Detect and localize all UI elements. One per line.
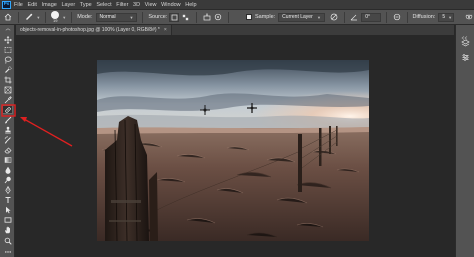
menu-layer[interactable]: Layer [61,2,75,8]
separator [195,11,197,23]
sample-dropdown[interactable]: Current Layer ▼ [278,12,325,22]
cursor-crosshair-icon [247,103,257,113]
clone-stamp-icon[interactable] [2,125,13,134]
home-icon[interactable] [3,12,13,22]
photoshop-logo-icon: Ps [2,0,11,9]
marquee-icon[interactable] [2,45,13,54]
separator [406,11,408,23]
pen-icon[interactable] [2,185,13,194]
menu-filter[interactable]: Filter [116,2,128,8]
document-tab-title: objects-removal-in-photoshop.jpg @ 100% … [20,27,160,33]
menu-bar: Ps File Edit Image Layer Type Select Fil… [0,0,474,9]
document-tab[interactable]: objects-removal-in-photoshop.jpg @ 100% … [16,25,172,35]
aligned-checkbox[interactable] [246,14,252,20]
panel-expand-icon[interactable] [461,27,470,40]
hand-icon[interactable] [2,225,13,234]
separator [385,11,387,23]
pattern-icon[interactable] [181,13,191,22]
menu-edit[interactable]: Edit [27,2,36,8]
tools-panel [0,25,15,257]
rectangle-icon[interactable] [2,215,13,224]
source-label: Source: [148,14,168,20]
separator [17,11,19,23]
blur-icon[interactable] [2,165,13,174]
eyedropper-icon[interactable] [2,95,13,104]
type-icon[interactable] [2,195,13,204]
spot-healing-brush-icon[interactable] [2,105,13,114]
sample-label: Sample: [254,14,276,20]
mode-dropdown[interactable]: Normal ▼ [95,12,138,22]
menu-window[interactable]: Window [161,2,181,8]
sample-value: Current Layer [282,14,313,20]
chevron-down-icon: ▼ [448,14,453,20]
angle-value: 0° [365,14,371,20]
mode-label: Mode: [77,14,93,20]
gradient-icon[interactable] [2,155,13,164]
quick-select-icon[interactable] [2,65,13,74]
menu-type[interactable]: Type [80,2,92,8]
frame-icon[interactable] [2,85,13,94]
properties-panel-icon[interactable] [461,49,470,61]
menu-view[interactable]: View [145,2,157,8]
close-icon[interactable]: × [164,27,167,33]
brush-size-value: 19 [53,18,58,23]
symmetry-butterfly-icon[interactable] [464,12,474,22]
pressure-size-icon[interactable] [392,12,402,22]
transparent-icon[interactable] [213,12,223,22]
toolbar-collapse-icon[interactable] [2,27,13,31]
more-tools-icon[interactable] [2,247,13,256]
move-icon[interactable] [2,35,13,44]
ignore-adjustment-layers-icon[interactable] [329,12,339,22]
brush-size-picker[interactable]: 19 [51,11,60,23]
separator [343,11,345,23]
menu-select[interactable]: Select [96,2,111,8]
angle-icon [350,12,360,22]
mode-value: Normal [99,14,116,20]
crop-icon[interactable] [2,75,13,84]
chevron-down-icon[interactable]: ▼ [36,15,40,20]
source-crosshair-icon [200,105,210,115]
source-sampled-icon[interactable] [169,12,180,22]
options-bar: ▼ 19 ▼ Mode: Normal ▼ Source: Sample: Cu… [0,9,474,25]
zoom-icon[interactable] [2,236,13,245]
path-select-icon[interactable] [2,205,13,214]
layers-panel-icon[interactable] [461,35,470,47]
diffusion-field[interactable]: 5 ▼ [438,12,455,22]
menu-file[interactable]: File [14,2,23,8]
eraser-icon[interactable] [2,145,13,154]
diffusion-label: Diffusion: [412,14,436,20]
chevron-down-icon[interactable]: ▼ [62,15,66,20]
brush-icon[interactable] [2,115,13,124]
spot-healing-tool-preset-icon[interactable] [24,12,34,22]
separator [45,11,47,23]
chevron-down-icon: ▼ [316,14,321,20]
collapsed-panels-strip [455,25,474,257]
chevron-down-icon: ▼ [129,14,134,20]
document-tab-bar: objects-removal-in-photoshop.jpg @ 100% … [16,25,454,35]
landscape-photo [97,60,369,241]
separator [142,11,144,23]
clone-source-icon[interactable] [202,12,212,22]
dodge-icon[interactable] [2,175,13,184]
history-brush-icon[interactable] [2,135,13,144]
separator [228,11,230,23]
canvas-photo[interactable] [97,60,369,241]
document-area: objects-removal-in-photoshop.jpg @ 100% … [16,25,454,257]
menu-help[interactable]: Help [185,2,196,8]
separator [71,11,73,23]
lasso-icon[interactable] [2,55,13,64]
menu-image[interactable]: Image [42,2,57,8]
diffusion-value: 5 [442,14,446,20]
angle-field[interactable]: 0° [361,12,381,22]
menu-3d[interactable]: 3D [133,2,140,8]
